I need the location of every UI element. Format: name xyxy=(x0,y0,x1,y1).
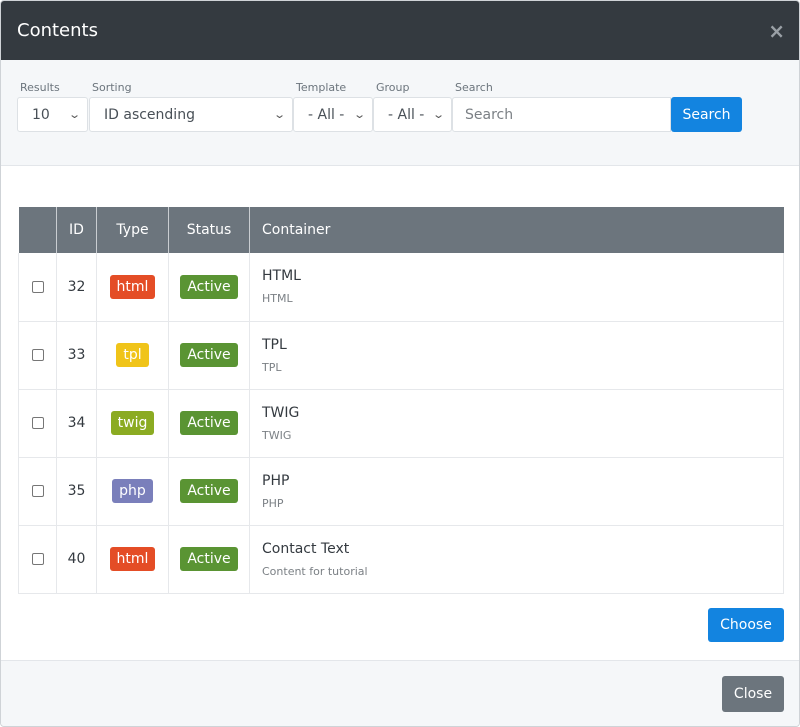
row-select-cell xyxy=(18,525,57,594)
container-subtitle: HTML xyxy=(262,292,293,306)
search-button[interactable]: Search xyxy=(671,97,742,132)
row-container-cell: HTML HTML xyxy=(249,253,784,322)
modal-title: Contents xyxy=(17,20,98,41)
table-row[interactable]: 35 php Active PHP PHP xyxy=(18,457,784,526)
results-value: 10 xyxy=(32,106,50,123)
filter-bar: Results 10 ⌄ Sorting ID ascending ⌄ Temp… xyxy=(1,60,799,166)
container-title: Contact Text xyxy=(262,540,350,557)
group-select[interactable]: - All - ⌄ xyxy=(373,97,452,132)
row-checkbox[interactable] xyxy=(31,553,44,565)
row-type-cell: tpl xyxy=(96,321,169,390)
row-status-cell: Active xyxy=(168,321,250,390)
column-header-select xyxy=(18,207,57,253)
row-id: 34 xyxy=(56,389,97,458)
row-select-cell xyxy=(18,253,57,322)
container-title: TWIG xyxy=(262,404,300,421)
table-header-row: ID Type Status Container xyxy=(18,207,784,253)
chevron-down-icon: ⌄ xyxy=(352,108,366,121)
results-group: Results 10 ⌄ xyxy=(17,81,88,132)
row-select-cell xyxy=(18,321,57,390)
chevron-down-icon: ⌄ xyxy=(272,108,286,121)
modal-footer: Close xyxy=(1,660,799,726)
column-header-status[interactable]: Status xyxy=(168,207,250,253)
container-title: HTML xyxy=(262,268,301,285)
row-id: 32 xyxy=(56,253,97,322)
row-id: 40 xyxy=(56,525,97,594)
row-status-cell: Active xyxy=(168,457,250,526)
group-value: - All - xyxy=(388,106,425,123)
row-id: 35 xyxy=(56,457,97,526)
row-type-cell: twig xyxy=(96,389,169,458)
row-status-cell: Active xyxy=(168,525,250,594)
close-icon[interactable]: × xyxy=(768,21,785,41)
search-input[interactable] xyxy=(452,97,671,132)
type-badge: html xyxy=(109,547,156,571)
contents-modal: Contents × Results 10 ⌄ Sorting ID ascen… xyxy=(0,0,800,727)
type-badge: html xyxy=(109,274,156,299)
template-group: Template - All - ⌄ xyxy=(293,81,373,132)
row-checkbox[interactable] xyxy=(31,349,44,361)
sorting-group: Sorting ID ascending ⌄ xyxy=(89,81,293,132)
row-select-cell xyxy=(18,457,57,526)
template-select[interactable]: - All - ⌄ xyxy=(293,97,373,132)
status-badge: Active xyxy=(180,547,238,571)
type-badge: tpl xyxy=(116,343,149,367)
type-badge: php xyxy=(112,479,153,503)
row-status-cell: Active xyxy=(168,389,250,458)
template-value: - All - xyxy=(308,106,345,123)
table-row[interactable]: 33 tpl Active TPL TPL xyxy=(18,321,784,390)
status-badge: Active xyxy=(180,343,238,367)
container-subtitle: PHP xyxy=(262,496,284,510)
row-container-cell: TPL TPL xyxy=(249,321,784,390)
container-subtitle: TWIG xyxy=(262,428,292,442)
chevron-down-icon: ⌄ xyxy=(67,108,81,121)
row-container-cell: PHP PHP xyxy=(249,457,784,526)
results-select[interactable]: 10 ⌄ xyxy=(17,97,88,132)
row-container-cell: Contact Text Content for tutorial xyxy=(249,525,784,594)
table-row[interactable]: 32 html Active HTML HTML xyxy=(18,253,784,322)
sorting-select[interactable]: ID ascending ⌄ xyxy=(89,97,293,132)
modal-header: Contents × xyxy=(1,1,799,60)
status-badge: Active xyxy=(180,274,238,299)
row-select-cell xyxy=(18,389,57,458)
container-subtitle: TPL xyxy=(262,360,282,374)
container-title: TPL xyxy=(262,336,287,353)
contents-table: ID Type Status Container 32 html Active HTM… xyxy=(18,207,784,594)
choose-button[interactable]: Choose xyxy=(708,608,784,642)
column-header-container[interactable]: Container xyxy=(249,207,784,253)
row-checkbox[interactable] xyxy=(31,485,44,497)
row-container-cell: TWIG TWIG xyxy=(249,389,784,458)
search-group: Search Search xyxy=(452,81,742,132)
row-type-cell: php xyxy=(96,457,169,526)
modal-body: ID Type Status Container 32 html Active HTM… xyxy=(1,166,799,660)
column-header-type[interactable]: Type xyxy=(96,207,169,253)
row-status-cell: Active xyxy=(168,253,250,322)
template-label: Template xyxy=(296,81,347,94)
table-row[interactable]: 40 html Active Contact Text Content for tuto… xyxy=(18,525,784,594)
group-group: Group - All - ⌄ xyxy=(373,81,452,132)
search-label: Search xyxy=(455,81,493,94)
results-label: Results xyxy=(20,81,60,94)
row-type-cell: html xyxy=(96,525,169,594)
row-checkbox[interactable] xyxy=(31,417,44,429)
type-badge: twig xyxy=(110,411,155,435)
column-header-id[interactable]: ID xyxy=(56,207,97,253)
row-checkbox[interactable] xyxy=(31,280,44,293)
row-id: 33 xyxy=(56,321,97,390)
chevron-down-icon: ⌄ xyxy=(431,108,445,121)
table-row[interactable]: 34 twig Active TWIG TWIG xyxy=(18,389,784,458)
container-title: PHP xyxy=(262,472,290,489)
sorting-label: Sorting xyxy=(92,81,132,94)
sorting-value: ID ascending xyxy=(104,106,195,123)
group-label: Group xyxy=(376,81,410,94)
container-subtitle: Content for tutorial xyxy=(262,564,368,578)
close-button[interactable]: Close xyxy=(722,676,784,712)
status-badge: Active xyxy=(180,479,238,503)
search-input-group: Search xyxy=(452,97,742,132)
row-type-cell: html xyxy=(96,253,169,322)
status-badge: Active xyxy=(180,411,238,435)
